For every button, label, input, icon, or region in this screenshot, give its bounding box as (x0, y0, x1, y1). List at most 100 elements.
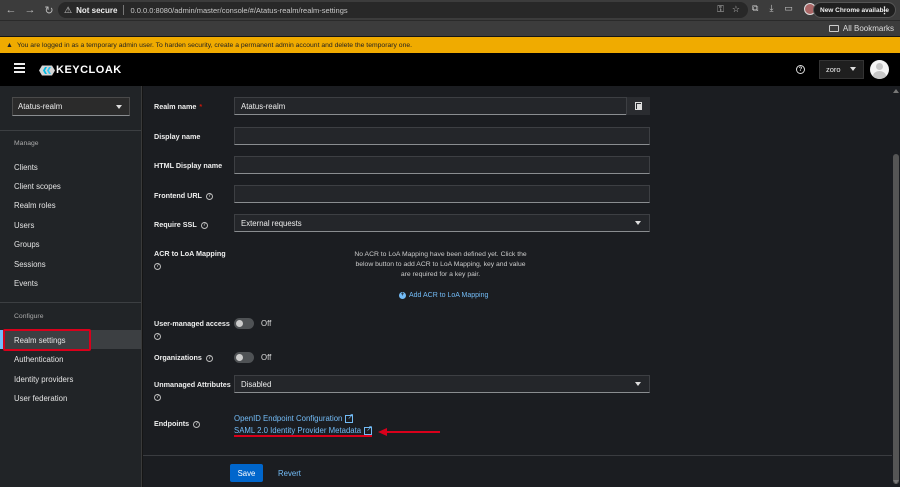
frontend-url-input[interactable] (234, 185, 650, 203)
external-link-icon (364, 424, 373, 435)
warning-icon: ▲ (6, 41, 13, 49)
realm-selector[interactable]: Atatus-realm (12, 97, 130, 116)
save-button[interactable]: Save (230, 464, 263, 482)
caret-down-icon (116, 105, 122, 109)
add-acr-mapping-link[interactable]: + Add ACR to LoA Mapping (399, 292, 488, 299)
download-icon[interactable]: ⤓ (769, 3, 773, 15)
saml-metadata-label: SAML 2.0 Identity Provider Metadata (234, 426, 362, 435)
avatar[interactable] (870, 60, 889, 79)
help-icon[interactable]: ? (193, 420, 201, 428)
sidebar-item-groups[interactable]: Groups (14, 240, 40, 249)
user-managed-access-toggle[interactable] (234, 318, 254, 329)
split-view-icon[interactable]: ▭ (784, 3, 793, 15)
user-managed-access-state: Off (261, 319, 272, 328)
forward-icon[interactable]: → (22, 2, 38, 18)
caret-down-icon (635, 382, 641, 386)
acr-loa-label: ACR to LoA Mapping (154, 249, 226, 258)
endpoints-label: Endpoints? (154, 419, 201, 428)
hamburger-menu-icon[interactable] (14, 63, 25, 73)
scrollbar-thumb[interactable] (893, 154, 899, 484)
sidebar-item-sessions[interactable]: Sessions (14, 260, 46, 269)
copy-button[interactable] (626, 97, 650, 115)
url-text[interactable]: 0.0.0.0:8080/admin/master/console/#/Atat… (130, 6, 347, 15)
user-managed-access-label: User-managed access (154, 319, 230, 328)
sidebar-item-authentication[interactable]: Authentication (14, 355, 63, 364)
copy-icon (635, 102, 642, 110)
security-label[interactable]: Not secure (76, 6, 117, 15)
section-title-configure: Configure (14, 313, 44, 320)
realm-name-input[interactable]: Atatus-realm (234, 97, 650, 115)
extensions-icon[interactable]: ⧉ (752, 3, 758, 15)
bookmarks-bar: All Bookmarks (0, 20, 900, 36)
back-icon[interactable]: ← (3, 2, 19, 18)
logo-text: KEYCLOAK (56, 64, 122, 76)
caret-down-icon (635, 221, 641, 225)
require-ssl-value: External requests (241, 218, 302, 228)
unmanaged-attributes-select[interactable]: Disabled (234, 375, 650, 393)
menu-dots-icon[interactable]: ⋮ (880, 5, 889, 16)
help-icon[interactable]: ? (205, 354, 213, 362)
help-icon[interactable]: ? (205, 192, 213, 200)
realm-name-label: Realm name * (154, 102, 203, 111)
key-icon[interactable]: ⚿ (717, 4, 724, 15)
banner-text: You are logged in as a temporary admin u… (16, 41, 413, 49)
require-ssl-label: Require SSL? (154, 220, 208, 229)
openid-endpoint-label: OpenID Endpoint Configuration (234, 414, 343, 423)
annotation-arrow-line (386, 431, 440, 433)
realm-name-value: Atatus-realm (241, 101, 286, 111)
omnibox-separator (123, 5, 125, 15)
user-name: zoro (826, 65, 841, 74)
require-ssl-select[interactable]: External requests (234, 214, 650, 232)
new-chrome-button[interactable]: New Chrome available ⋮ (813, 2, 896, 18)
folder-icon (828, 25, 839, 32)
temporary-admin-banner: ▲ You are logged in as a temporary admin… (0, 37, 900, 53)
html-display-name-label: HTML Display name (154, 161, 223, 170)
openid-endpoint-link[interactable]: OpenID Endpoint Configuration (234, 412, 354, 424)
warning-icon: ⚠ (64, 4, 73, 15)
app-header: KEYCLOAK ? zoro (0, 53, 900, 86)
organizations-label: Organizations? (154, 353, 213, 362)
realm-settings-form: Realm name * Atatus-realm Display name HT… (143, 86, 892, 487)
sidebar-item-clients[interactable]: Clients (14, 163, 38, 172)
star-icon[interactable]: ☆ (732, 4, 740, 15)
acr-empty-state-text: No ACR to LoA Mapping have been defined … (354, 251, 527, 278)
help-icon[interactable]: ? (154, 332, 161, 340)
sidebar-item-realm-roles[interactable]: Realm roles (14, 201, 56, 210)
sidebar-item-events[interactable]: Events (14, 279, 38, 288)
external-link-icon (345, 412, 354, 423)
scroll-up-icon[interactable] (893, 89, 899, 93)
user-dropdown[interactable]: zoro (819, 60, 864, 79)
scroll-down-icon[interactable] (893, 480, 899, 484)
display-name-input[interactable] (234, 127, 650, 145)
sidebar-item-client-scopes[interactable]: Client scopes (14, 182, 61, 191)
address-bar[interactable]: ⚠ Not secure 0.0.0.0:8080/admin/master/c… (58, 2, 748, 18)
reload-icon[interactable]: ↻ (41, 2, 57, 18)
all-bookmarks-button[interactable]: All Bookmarks (828, 24, 894, 33)
browser-toolbar: ← → ↻ ⚠ Not secure 0.0.0.0:8080/admin/ma… (0, 0, 900, 20)
unmanaged-attributes-value: Disabled (241, 379, 272, 389)
sidebar-item-users[interactable]: Users (14, 221, 34, 230)
scrollbar[interactable] (892, 86, 900, 487)
html-display-name-input[interactable] (234, 156, 650, 174)
help-icon[interactable]: ? (154, 393, 161, 401)
all-bookmarks-label: All Bookmarks (842, 24, 894, 33)
annotation-highlight-box (3, 329, 91, 351)
keycloak-logo[interactable]: KEYCLOAK (39, 64, 122, 76)
unmanaged-attributes-label: Unmanaged Attributes (154, 380, 231, 389)
organizations-toggle[interactable] (234, 352, 254, 363)
help-icon[interactable]: ? (796, 65, 805, 74)
revert-button[interactable]: Revert (278, 469, 301, 478)
new-chrome-label: New Chrome available (820, 6, 889, 14)
sidebar-item-identity-providers[interactable]: Identity providers (14, 375, 73, 384)
required-marker: * (199, 102, 203, 111)
organizations-state: Off (261, 353, 272, 362)
help-icon[interactable]: ? (154, 262, 161, 270)
annotation-underline (234, 435, 372, 437)
saml-metadata-link[interactable]: SAML 2.0 Identity Provider Metadata (234, 424, 373, 436)
unmanaged-attributes-help: ? (154, 392, 161, 401)
sidebar-divider (0, 130, 141, 131)
help-icon[interactable]: ? (200, 221, 208, 229)
footer-divider (143, 455, 892, 456)
sidebar-item-user-federation[interactable]: User federation (14, 394, 67, 403)
add-acr-mapping-label: Add ACR to LoA Mapping (409, 292, 489, 299)
